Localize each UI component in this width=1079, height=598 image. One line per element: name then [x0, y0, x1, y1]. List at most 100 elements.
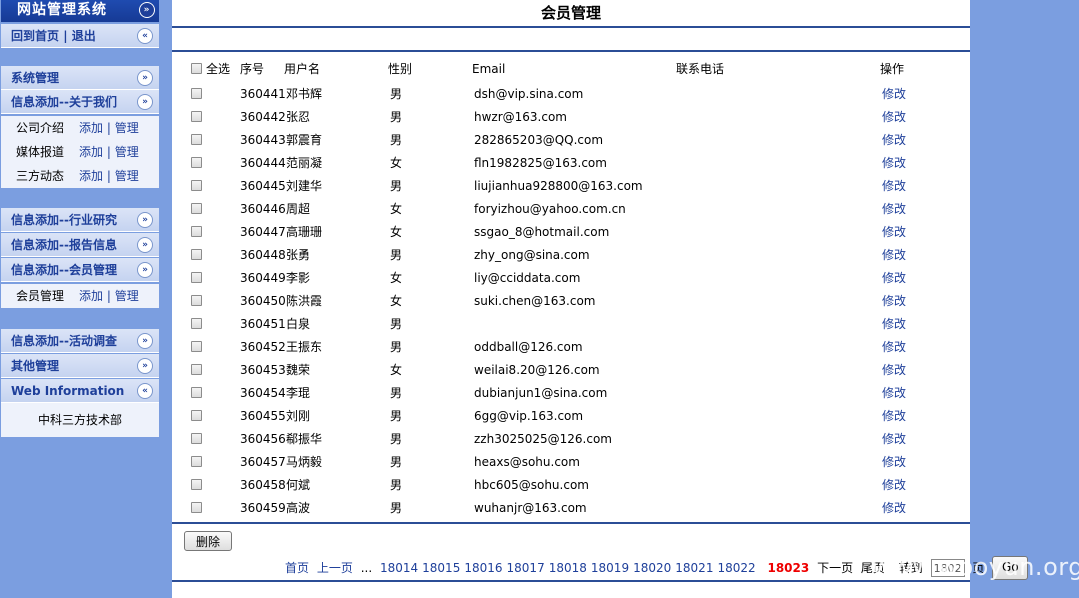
expand-icon[interactable]: »	[137, 358, 153, 374]
page-link[interactable]: 18015	[422, 561, 460, 575]
row-checkbox[interactable]	[191, 111, 202, 122]
collapse-icon[interactable]: «	[137, 383, 153, 399]
sidebar-section-system[interactable]: 系统管理 »	[1, 66, 159, 90]
row-checkbox[interactable]	[191, 203, 202, 214]
edit-link[interactable]: 修改	[882, 83, 906, 106]
edit-link[interactable]: 修改	[882, 129, 906, 152]
edit-link[interactable]: 修改	[882, 221, 906, 244]
row-checkbox[interactable]	[191, 157, 202, 168]
sidebar-section-other[interactable]: 其他管理 »	[1, 354, 159, 378]
edit-link[interactable]: 修改	[882, 497, 906, 520]
edit-link[interactable]: 修改	[882, 336, 906, 359]
row-checkbox[interactable]	[191, 226, 202, 237]
collapse-all-icon[interactable]: »	[139, 2, 155, 18]
row-checkbox[interactable]	[191, 318, 202, 329]
page-link[interactable]: 18016	[464, 561, 502, 575]
cell-id: 360444	[240, 156, 286, 170]
manage-link[interactable]: 管理	[115, 121, 139, 135]
edit-link[interactable]: 修改	[882, 359, 906, 382]
expand-icon[interactable]: »	[137, 70, 153, 86]
row-checkbox[interactable]	[191, 502, 202, 513]
cell-email: foryizhou@yahoo.com.cn	[474, 202, 626, 216]
manage-link[interactable]: 管理	[115, 289, 139, 303]
edit-link[interactable]: 修改	[882, 451, 906, 474]
edit-link[interactable]: 修改	[882, 313, 906, 336]
edit-link[interactable]: 修改	[882, 267, 906, 290]
divider	[172, 50, 970, 52]
home-link[interactable]: 回到首页	[11, 29, 59, 43]
page-link[interactable]: 18022	[717, 561, 755, 575]
expand-icon[interactable]: »	[137, 333, 153, 349]
header-id: 序号	[240, 62, 265, 76]
sidebar-section-web-info[interactable]: Web Information «	[1, 379, 159, 403]
select-all-checkbox[interactable]	[191, 63, 202, 74]
sidebar-section-report[interactable]: 信息添加--报告信息 »	[1, 233, 159, 257]
cell-gender: 男	[390, 386, 403, 400]
expand-icon[interactable]: »	[137, 237, 153, 253]
row-checkbox[interactable]	[191, 295, 202, 306]
cell-gender: 男	[390, 248, 403, 262]
prev-page-link[interactable]: 上一页	[317, 561, 353, 575]
table-row: 360459 高波 男 wuhanjr@163.com 修改	[172, 497, 970, 520]
cell-id: 360453	[240, 363, 286, 377]
page-link[interactable]: 18018	[549, 561, 587, 575]
row-checkbox[interactable]	[191, 479, 202, 490]
add-link[interactable]: 添加	[79, 145, 103, 159]
page-link[interactable]: 18020	[633, 561, 671, 575]
sidebar-section-about[interactable]: 信息添加--关于我们 »	[1, 90, 159, 114]
cell-gender: 男	[390, 432, 403, 446]
sidebar-section-survey[interactable]: 信息添加--活动调查 »	[1, 329, 159, 353]
expand-icon[interactable]: »	[137, 94, 153, 110]
logout-link[interactable]: 退出	[72, 29, 96, 43]
cell-gender: 女	[390, 294, 403, 308]
add-link[interactable]: 添加	[79, 121, 103, 135]
page-title: 会员管理	[540, 4, 601, 22]
cell-id: 360456	[240, 432, 286, 446]
cell-id: 360445	[240, 179, 286, 193]
sidebar-section-industry[interactable]: 信息添加--行业研究 »	[1, 208, 159, 232]
add-link[interactable]: 添加	[79, 289, 103, 303]
sidebar-section-label: 其他管理	[11, 359, 60, 373]
row-checkbox[interactable]	[191, 410, 202, 421]
row-checkbox[interactable]	[191, 249, 202, 260]
row-checkbox[interactable]	[191, 387, 202, 398]
header-gender: 性别	[388, 62, 413, 76]
edit-link[interactable]: 修改	[882, 152, 906, 175]
row-checkbox[interactable]	[191, 180, 202, 191]
edit-link[interactable]: 修改	[882, 405, 906, 428]
first-page-link[interactable]: 首页	[285, 561, 309, 575]
row-checkbox[interactable]	[191, 134, 202, 145]
row-checkbox[interactable]	[191, 88, 202, 99]
table-row: 360449 李影 女 liy@cciddata.com 修改	[172, 267, 970, 290]
cell-username: 白泉	[286, 317, 311, 331]
manage-link[interactable]: 管理	[115, 145, 139, 159]
row-checkbox[interactable]	[191, 341, 202, 352]
sidebar-section-member[interactable]: 信息添加--会员管理 »	[1, 258, 159, 282]
expand-icon[interactable]: »	[137, 262, 153, 278]
manage-link[interactable]: 管理	[115, 169, 139, 183]
table-row: 360455 刘刚 男 6gg@vip.163.com 修改	[172, 405, 970, 428]
page-link[interactable]: 18021	[675, 561, 713, 575]
row-checkbox[interactable]	[191, 456, 202, 467]
collapse-icon[interactable]: «	[137, 28, 153, 44]
page-link[interactable]: 18019	[591, 561, 629, 575]
divider	[172, 580, 970, 582]
edit-link[interactable]: 修改	[882, 428, 906, 451]
edit-link[interactable]: 修改	[882, 474, 906, 497]
page-link[interactable]: 18017	[507, 561, 545, 575]
row-checkbox[interactable]	[191, 364, 202, 375]
edit-link[interactable]: 修改	[882, 290, 906, 313]
expand-icon[interactable]: »	[137, 212, 153, 228]
page-link[interactable]: 18014	[380, 561, 418, 575]
row-checkbox[interactable]	[191, 272, 202, 283]
edit-link[interactable]: 修改	[882, 106, 906, 129]
edit-link[interactable]: 修改	[882, 198, 906, 221]
edit-link[interactable]: 修改	[882, 382, 906, 405]
add-link[interactable]: 添加	[79, 169, 103, 183]
cell-id: 360447	[240, 225, 286, 239]
next-page-link[interactable]: 下一页	[817, 561, 853, 575]
edit-link[interactable]: 修改	[882, 244, 906, 267]
delete-button[interactable]: 删除	[184, 531, 232, 551]
edit-link[interactable]: 修改	[882, 175, 906, 198]
row-checkbox[interactable]	[191, 433, 202, 444]
